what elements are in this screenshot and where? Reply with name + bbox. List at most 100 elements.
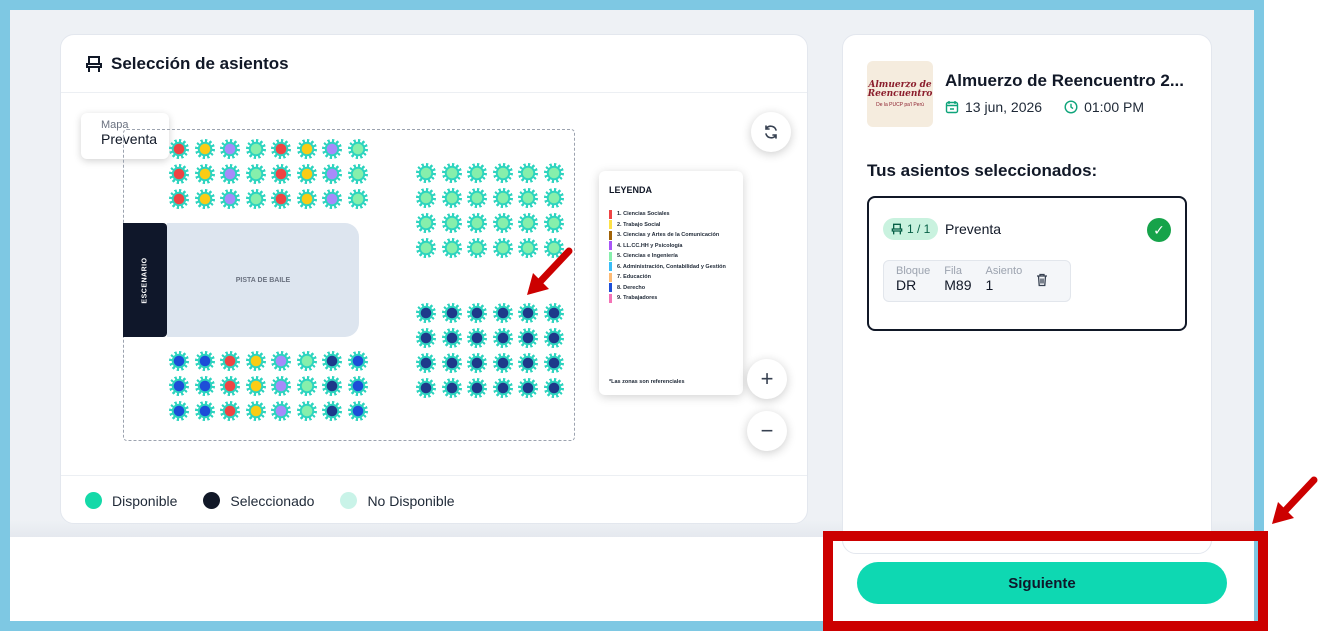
seat-table[interactable] [492,378,513,398]
seat-table[interactable] [169,351,189,371]
seat-table[interactable] [492,213,513,233]
seat-table[interactable] [441,303,462,323]
seat-table[interactable] [518,353,538,373]
seat-table[interactable] [169,139,189,159]
seat-table[interactable] [467,238,487,258]
seat-table[interactable] [518,378,538,398]
seat-table[interactable] [220,189,240,209]
seat-table[interactable] [492,353,513,373]
seat-table[interactable] [543,328,564,348]
next-button[interactable]: Siguiente [857,562,1227,604]
seat-table[interactable] [416,188,436,208]
seat-table[interactable] [194,351,215,371]
seat-table[interactable] [322,351,342,371]
seat-table[interactable] [296,189,317,209]
seat-table[interactable] [169,376,189,396]
seat-table[interactable] [296,351,317,371]
seat-table[interactable] [347,189,368,209]
seat-table[interactable] [467,303,487,323]
seat-table[interactable] [169,189,189,209]
seat-table[interactable] [416,353,436,373]
seat-table[interactable] [543,378,564,398]
seat-table[interactable] [296,401,317,421]
seat-table[interactable] [271,189,291,209]
seat-table[interactable] [322,189,342,209]
seat-table[interactable] [441,163,462,183]
seat-table[interactable] [271,351,291,371]
seat-table[interactable] [441,238,462,258]
seat-table[interactable] [543,188,564,208]
seat-table[interactable] [416,163,436,183]
zoom-in-button[interactable]: + [747,359,787,399]
seat-table[interactable] [296,164,317,184]
seat-table[interactable] [518,213,538,233]
seat-table[interactable] [518,188,538,208]
seat-table[interactable] [347,376,368,396]
seat-table[interactable] [441,213,462,233]
seat-table[interactable] [441,328,462,348]
seat-table[interactable] [220,164,240,184]
seat-table[interactable] [518,303,538,323]
seat-table[interactable] [245,139,266,159]
seat-table[interactable] [416,303,436,323]
seat-table[interactable] [245,376,266,396]
seat-table[interactable] [194,189,215,209]
seat-table[interactable] [347,164,368,184]
seat-table[interactable] [543,163,564,183]
seat-table[interactable] [347,401,368,421]
seat-table[interactable] [194,139,215,159]
seat-table[interactable] [441,378,462,398]
seat-table[interactable] [467,213,487,233]
seat-table[interactable] [467,328,487,348]
seat-table[interactable] [467,353,487,373]
seat-table[interactable] [492,238,513,258]
refresh-button[interactable] [751,112,791,152]
seat-table[interactable] [220,376,240,396]
seat-table[interactable] [220,401,240,421]
seat-table[interactable] [271,376,291,396]
seat-table[interactable] [467,188,487,208]
seat-table[interactable] [322,139,342,159]
seat-table[interactable] [245,351,266,371]
seat-table[interactable] [347,139,368,159]
seat-table[interactable] [194,376,215,396]
seat-table[interactable] [322,376,342,396]
seat-table[interactable] [296,139,317,159]
seat-table[interactable] [543,213,564,233]
seat-table[interactable] [245,164,266,184]
seat-table[interactable] [543,303,564,323]
seat-table[interactable] [322,164,342,184]
seat-table[interactable] [271,164,291,184]
seat-table[interactable] [194,401,215,421]
seat-table[interactable] [169,164,189,184]
zoom-out-button[interactable]: − [747,411,787,451]
seat-table[interactable] [245,401,266,421]
seat-table[interactable] [271,139,291,159]
seat-table[interactable] [347,351,368,371]
seat-table[interactable] [220,351,240,371]
seat-table[interactable] [518,163,538,183]
seat-table[interactable] [194,164,215,184]
seat-table[interactable] [416,238,436,258]
seat-table[interactable] [543,353,564,373]
seat-table[interactable] [296,376,317,396]
seat-table[interactable] [492,303,513,323]
seat-table[interactable] [245,189,266,209]
seat-table[interactable] [416,328,436,348]
seat-table[interactable] [492,163,513,183]
seat-table[interactable] [441,188,462,208]
seat-table[interactable] [220,139,240,159]
seat-table[interactable] [492,188,513,208]
seat-table[interactable] [467,163,487,183]
seat-table[interactable] [416,378,436,398]
seat-map-canvas[interactable]: Mapa Preventa ESCENARIO PISTA DE BAILE L… [61,93,807,475]
seat-table[interactable] [492,328,513,348]
seat-table[interactable] [441,353,462,373]
seat-table[interactable] [467,378,487,398]
seat-table[interactable] [518,328,538,348]
seat-table[interactable] [271,401,291,421]
seat-table[interactable] [322,401,342,421]
seat-table[interactable] [416,213,436,233]
seat-table[interactable] [169,401,189,421]
trash-icon[interactable] [1036,273,1048,290]
